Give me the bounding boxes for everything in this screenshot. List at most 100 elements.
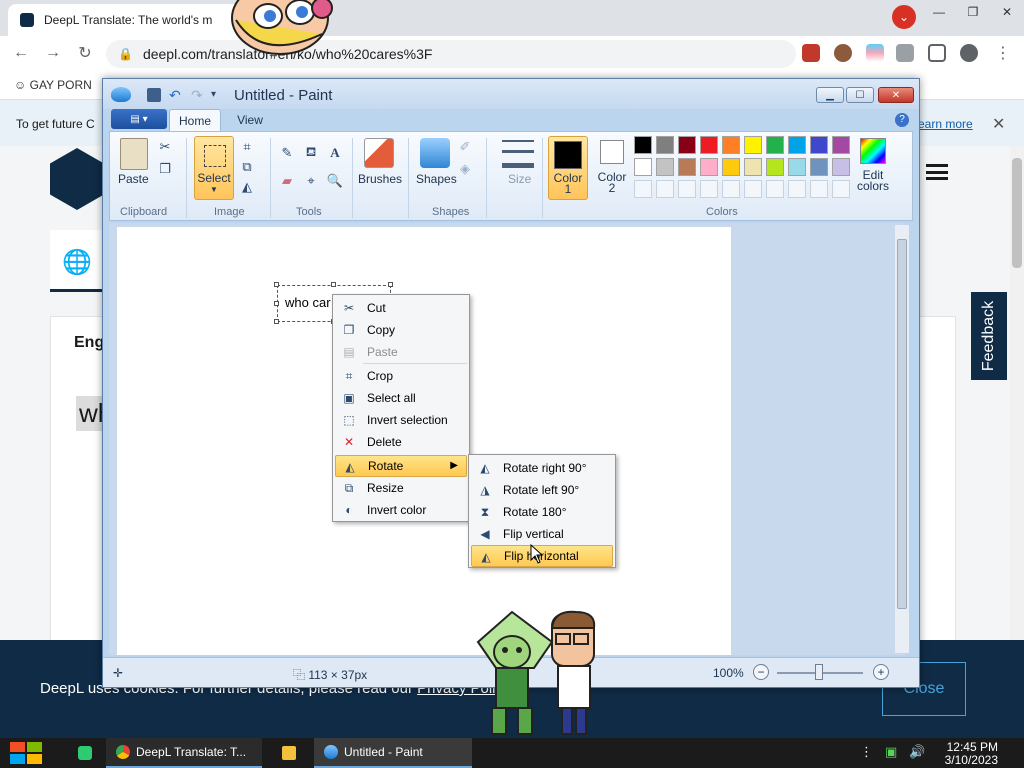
minimize-icon[interactable]: — <box>922 0 956 24</box>
palette-custom-slot[interactable] <box>788 180 806 198</box>
palette-swatch[interactable] <box>788 136 806 154</box>
menu-item-rotate-180[interactable]: ⧗ Rotate 180° <box>471 501 613 523</box>
fill-icon[interactable]: ◈ <box>456 160 474 178</box>
palette-swatch[interactable] <box>788 158 806 176</box>
palette-swatch[interactable] <box>832 136 850 154</box>
resize-icon[interactable]: ⧉ <box>238 158 256 176</box>
taskbar-item-paint[interactable]: Untitled - Paint <box>314 738 472 768</box>
palette-swatch[interactable] <box>722 158 740 176</box>
edit-colors-button[interactable]: Edit colors <box>856 169 890 192</box>
shapes-button[interactable]: Shapes <box>416 172 457 186</box>
palette-swatch[interactable] <box>656 158 674 176</box>
close-icon[interactable]: ✕ <box>878 87 914 103</box>
zoom-out-icon[interactable]: − <box>753 664 769 680</box>
kebab-menu-icon[interactable]: ⋮ <box>992 42 1014 64</box>
back-arrow-icon[interactable]: ← <box>10 42 32 64</box>
restore-icon[interactable]: ❐ <box>956 0 990 24</box>
menu-item-resize[interactable]: ⧉ Resize <box>335 477 467 499</box>
palette-swatch[interactable] <box>700 158 718 176</box>
palette-custom-slot[interactable] <box>722 180 740 198</box>
menu-item-rotate-left[interactable]: ◮ Rotate left 90° <box>471 479 613 501</box>
overflow-icon[interactable]: ⋮ <box>860 744 873 760</box>
palette-swatch[interactable] <box>810 136 828 154</box>
palette-custom-slot[interactable] <box>744 180 762 198</box>
deepl-logo[interactable] <box>50 148 104 210</box>
color-picker-icon[interactable]: ⌖ <box>302 172 320 190</box>
profile-icon[interactable] <box>960 44 978 62</box>
selection-handle[interactable] <box>388 282 393 287</box>
address-bar[interactable]: 🔒 deepl.com/translator#en/ko/who%20cares… <box>106 40 796 68</box>
bookmark-item[interactable]: ☺ GAY PORN <box>14 78 92 92</box>
windows-start-icon[interactable] <box>10 742 42 764</box>
brushes-icon[interactable] <box>364 138 394 168</box>
paint-app-icon[interactable] <box>111 87 131 102</box>
shapes-icon[interactable] <box>420 138 450 168</box>
selection-handle[interactable] <box>274 282 279 287</box>
magnifier-icon[interactable]: 🔍 <box>326 172 344 190</box>
zoom-slider-thumb[interactable] <box>815 664 823 680</box>
brushes-button[interactable]: Brushes <box>358 172 402 186</box>
menu-item-copy[interactable]: ❐ Copy <box>335 319 467 341</box>
rotate-icon[interactable]: ◭ <box>238 178 256 196</box>
help-icon[interactable]: ? <box>895 113 909 127</box>
selection-handle[interactable] <box>274 301 279 306</box>
system-clock[interactable]: 12:45 PM 3/10/2023 <box>930 741 998 767</box>
reload-icon[interactable]: ↻ <box>74 42 96 64</box>
scroll-thumb[interactable] <box>897 239 907 609</box>
palette-swatch[interactable] <box>678 158 696 176</box>
trans-flag-extension-icon[interactable] <box>866 44 884 62</box>
menu-item-crop[interactable]: ⌗ Crop <box>335 365 467 387</box>
customize-toolbar-icon[interactable]: ▾ <box>211 88 225 102</box>
menu-item-flip-vertical[interactable]: ◀ Flip vertical <box>471 523 613 545</box>
copy-icon[interactable]: ❐ <box>156 160 174 178</box>
menu-item-cut[interactable]: ✂ Cut <box>335 297 467 319</box>
palette-swatch[interactable] <box>766 136 784 154</box>
palette-swatch[interactable] <box>744 136 762 154</box>
palette-swatch[interactable] <box>656 136 674 154</box>
save-icon[interactable] <box>147 88 161 102</box>
close-icon[interactable]: ✕ <box>990 0 1024 24</box>
menu-item-invert-selection[interactable]: ⬚ Invert selection <box>335 409 467 431</box>
palette-swatch[interactable] <box>832 158 850 176</box>
palette-swatch[interactable] <box>810 158 828 176</box>
learn-more-link[interactable]: earn more <box>918 117 973 131</box>
palette-swatch[interactable] <box>700 136 718 154</box>
menu-item-delete[interactable]: ✕ Delete <box>335 431 467 453</box>
paste-icon[interactable] <box>120 138 148 170</box>
fill-bucket-icon[interactable]: ⛾ <box>302 144 320 162</box>
forward-arrow-icon[interactable]: → <box>42 42 64 64</box>
menu-item-select-all[interactable]: ▣ Select all <box>335 387 467 409</box>
color2-label[interactable]: Color 2 <box>594 171 630 194</box>
zoom-in-icon[interactable]: + <box>873 664 889 680</box>
eraser-icon[interactable]: ▰ <box>278 172 296 190</box>
puzzle-extensions-icon[interactable] <box>896 44 914 62</box>
hamburger-menu-icon[interactable] <box>926 164 948 180</box>
palette-custom-slot[interactable] <box>700 180 718 198</box>
green-app-icon[interactable] <box>68 738 98 768</box>
palette-swatch[interactable] <box>744 158 762 176</box>
scissors-icon[interactable]: ✂ <box>156 138 174 156</box>
palette-swatch[interactable] <box>634 158 652 176</box>
network-icon[interactable]: ▣ <box>885 744 897 760</box>
selection-handle[interactable] <box>274 319 279 324</box>
color1-button[interactable]: Color 1 <box>548 136 588 200</box>
color2-swatch[interactable] <box>600 140 624 164</box>
side-panel-icon[interactable] <box>928 44 946 62</box>
edit-colors-icon[interactable] <box>860 138 886 164</box>
paste-button[interactable]: Paste <box>118 172 149 186</box>
maximize-icon[interactable]: ☐ <box>846 87 874 103</box>
menu-item-invert-color[interactable]: ◐ Invert color <box>335 499 467 521</box>
crop-icon[interactable]: ⌗ <box>238 138 256 156</box>
palette-custom-slot[interactable] <box>832 180 850 198</box>
source-language-selector[interactable]: Eng <box>74 334 104 352</box>
chevron-down-icon[interactable]: ⌄ <box>892 5 916 29</box>
taskbar-item-file-explorer[interactable] <box>272 738 306 768</box>
selection-handle[interactable] <box>331 282 336 287</box>
redo-icon[interactable]: ↷ <box>191 88 205 102</box>
palette-swatch[interactable] <box>634 136 652 154</box>
feedback-button[interactable]: Feedback <box>971 292 1007 380</box>
volume-icon[interactable]: 🔊 <box>909 744 925 760</box>
palette-custom-slot[interactable] <box>766 180 784 198</box>
pencil-icon[interactable]: ✎ <box>278 144 296 162</box>
size-icon[interactable] <box>502 140 534 168</box>
